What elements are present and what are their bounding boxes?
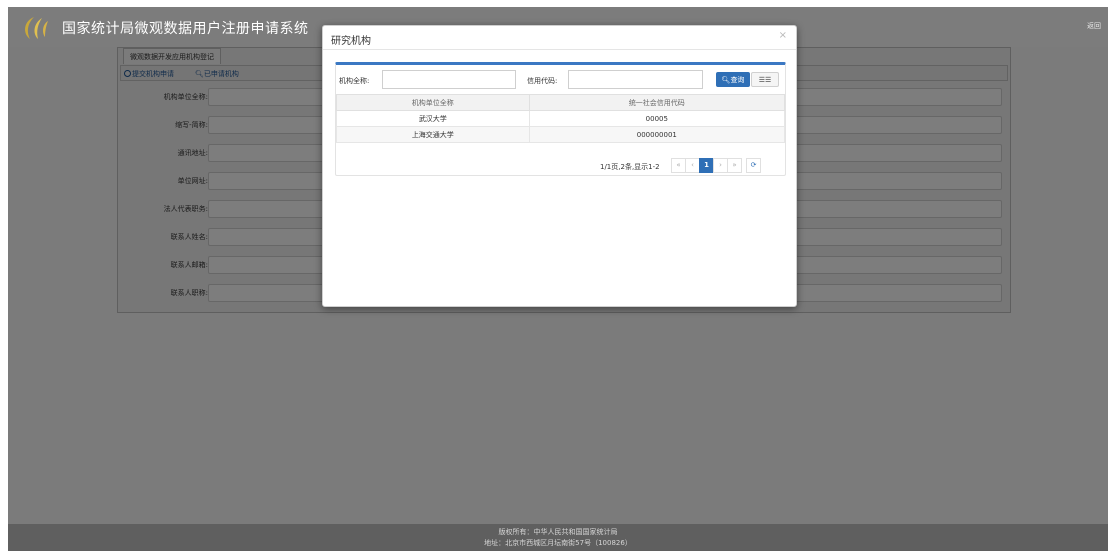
pagination-info: 1/1页,2条,显示1-2 bbox=[600, 163, 660, 171]
column-header[interactable]: 机构单位全称 bbox=[336, 94, 530, 111]
prev-page-button[interactable]: ‹ bbox=[685, 158, 700, 173]
pagination: « ‹ 1 › » ⟳ bbox=[671, 158, 761, 173]
table-row[interactable]: 武汉大学 00005 bbox=[336, 110, 786, 127]
close-icon[interactable]: × bbox=[779, 30, 787, 41]
last-page-button[interactable]: » bbox=[727, 158, 742, 173]
institution-table: 机构单位全称 统一社会信用代码 武汉大学 00005 上海交通大学 000000… bbox=[336, 94, 786, 143]
modal-title: 研究机构 bbox=[331, 36, 371, 47]
form-label: 法人代表职务: bbox=[163, 205, 208, 213]
table-row[interactable]: 上海交通大学 000000001 bbox=[336, 126, 786, 143]
search-box: 机构全称: 信用代码: 🔍︎查询 ☰☰ 机构单位全称 统一社会信用代码 武汉大学… bbox=[335, 62, 786, 176]
form-label: 机构单位全称: bbox=[163, 93, 208, 101]
form-label: 缩写-简称: bbox=[175, 121, 208, 129]
columns-toggle-button[interactable]: ☰☰ bbox=[751, 72, 779, 87]
column-header[interactable]: 统一社会信用代码 bbox=[528, 94, 786, 111]
search-button[interactable]: 🔍︎查询 bbox=[716, 72, 750, 87]
submit-application-link[interactable]: 提交机构申请 bbox=[124, 69, 174, 79]
refresh-icon[interactable]: ⟳ bbox=[746, 158, 761, 173]
form-label: 联系人邮箱: bbox=[170, 261, 208, 269]
applied-institutions-label: 已申请机构 bbox=[203, 70, 239, 78]
table-cell: 上海交通大学 bbox=[336, 126, 530, 143]
applied-institutions-link[interactable]: 🔍︎已申请机构 bbox=[195, 69, 239, 79]
submit-application-label: 提交机构申请 bbox=[132, 70, 174, 78]
footer-copyright: 版权所有：中华人民共和国国家统计局 bbox=[498, 528, 618, 536]
form-label: 通讯地址: bbox=[177, 149, 208, 157]
next-page-button[interactable]: › bbox=[713, 158, 728, 173]
code-search-input[interactable] bbox=[568, 70, 703, 89]
logo-icon bbox=[25, 17, 48, 39]
name-search-label: 机构全称: bbox=[339, 77, 370, 85]
tab-registration[interactable]: 微观数据开发应用机构登记 bbox=[123, 48, 221, 64]
footer: 版权所有：中华人民共和国国家统计局 地址：北京市西城区月坛南街57号（10082… bbox=[8, 524, 1108, 551]
institution-modal: 研究机构 × 机构全称: 信用代码: 🔍︎查询 ☰☰ 机构单位全称 统一社会信用… bbox=[322, 25, 797, 307]
first-page-button[interactable]: « bbox=[671, 158, 686, 173]
search-button-label: 查询 bbox=[730, 75, 745, 84]
form-label: 联系人职称: bbox=[170, 289, 208, 297]
app-title: 国家统计局微观数据用户注册申请系统 bbox=[62, 21, 309, 37]
table-header-row: 机构单位全称 统一社会信用代码 bbox=[336, 94, 786, 111]
plus-circle-icon bbox=[124, 70, 131, 77]
footer-address: 地址：北京市西城区月坛南街57号（100826） bbox=[484, 539, 632, 547]
name-search-input[interactable] bbox=[382, 70, 516, 89]
table-cell: 武汉大学 bbox=[336, 110, 530, 127]
page-1-button[interactable]: 1 bbox=[699, 158, 714, 173]
back-link[interactable]: 返回 bbox=[1087, 21, 1101, 31]
table-cell: 000000001 bbox=[528, 126, 786, 143]
search-icon: 🔍︎ bbox=[195, 70, 204, 78]
form-label: 单位网址: bbox=[177, 177, 208, 185]
code-search-label: 信用代码: bbox=[527, 77, 558, 85]
form-label: 联系人姓名: bbox=[170, 233, 208, 241]
table-cell: 00005 bbox=[528, 110, 786, 127]
modal-header: 研究机构 × bbox=[323, 26, 796, 50]
